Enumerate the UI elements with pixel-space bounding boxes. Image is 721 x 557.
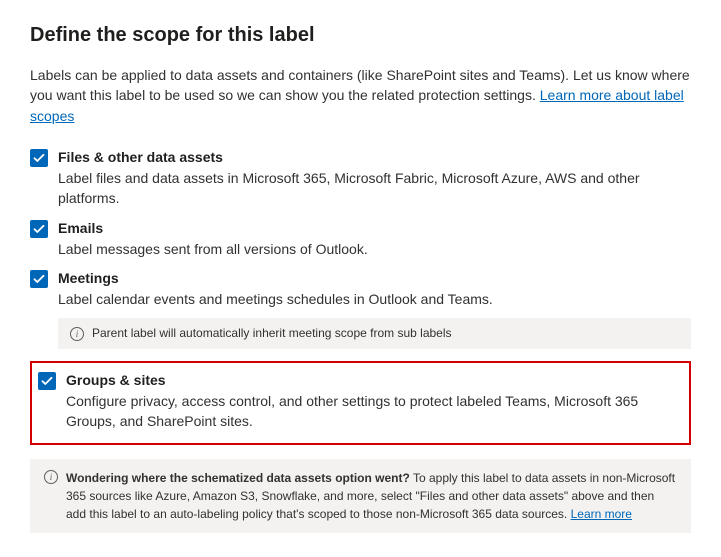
checkmark-icon — [41, 375, 53, 387]
option-label: Emails — [58, 219, 691, 237]
checkbox-meetings[interactable] — [30, 270, 48, 288]
checkmark-icon — [33, 223, 45, 235]
checkmark-icon — [33, 152, 45, 164]
option-label: Groups & sites — [66, 371, 683, 389]
scope-option-files: Files & other data assets Label files an… — [30, 146, 691, 211]
option-content: Emails Label messages sent from all vers… — [58, 219, 691, 259]
checkbox-emails[interactable] — [30, 220, 48, 238]
option-desc: Label calendar events and meetings sched… — [58, 289, 691, 309]
option-content: Files & other data assets Label files an… — [58, 148, 691, 209]
info-icon: i — [70, 327, 84, 341]
option-label: Meetings — [58, 269, 691, 287]
highlight-groups-sites: Groups & sites Configure privacy, access… — [30, 361, 691, 446]
inherit-note-bar: i Parent label will automatically inheri… — [58, 318, 691, 349]
scope-option-meetings: Meetings Label calendar events and meeti… — [30, 267, 691, 311]
option-desc: Label files and data assets in Microsoft… — [58, 168, 691, 209]
schematized-note-strong: Wondering where the schematized data ass… — [66, 471, 410, 485]
checkmark-icon — [33, 273, 45, 285]
option-content: Meetings Label calendar events and meeti… — [58, 269, 691, 309]
option-desc: Configure privacy, access control, and o… — [66, 391, 683, 432]
inherit-note-text: Parent label will automatically inherit … — [92, 326, 452, 340]
option-content: Groups & sites Configure privacy, access… — [66, 371, 683, 432]
checkbox-groups-sites[interactable] — [38, 372, 56, 390]
info-icon: i — [44, 470, 58, 484]
page-title: Define the scope for this label — [30, 24, 691, 47]
schematized-note-body: Wondering where the schematized data ass… — [66, 469, 677, 523]
scope-option-emails: Emails Label messages sent from all vers… — [30, 217, 691, 261]
scope-option-groups-sites: Groups & sites Configure privacy, access… — [38, 369, 683, 434]
schematized-note-bar: i Wondering where the schematized data a… — [30, 459, 691, 533]
option-desc: Label messages sent from all versions of… — [58, 239, 691, 259]
intro-paragraph: Labels can be applied to data assets and… — [30, 65, 691, 126]
learn-more-schematized-link[interactable]: Learn more — [571, 507, 632, 521]
option-label: Files & other data assets — [58, 148, 691, 166]
checkbox-files[interactable] — [30, 149, 48, 167]
